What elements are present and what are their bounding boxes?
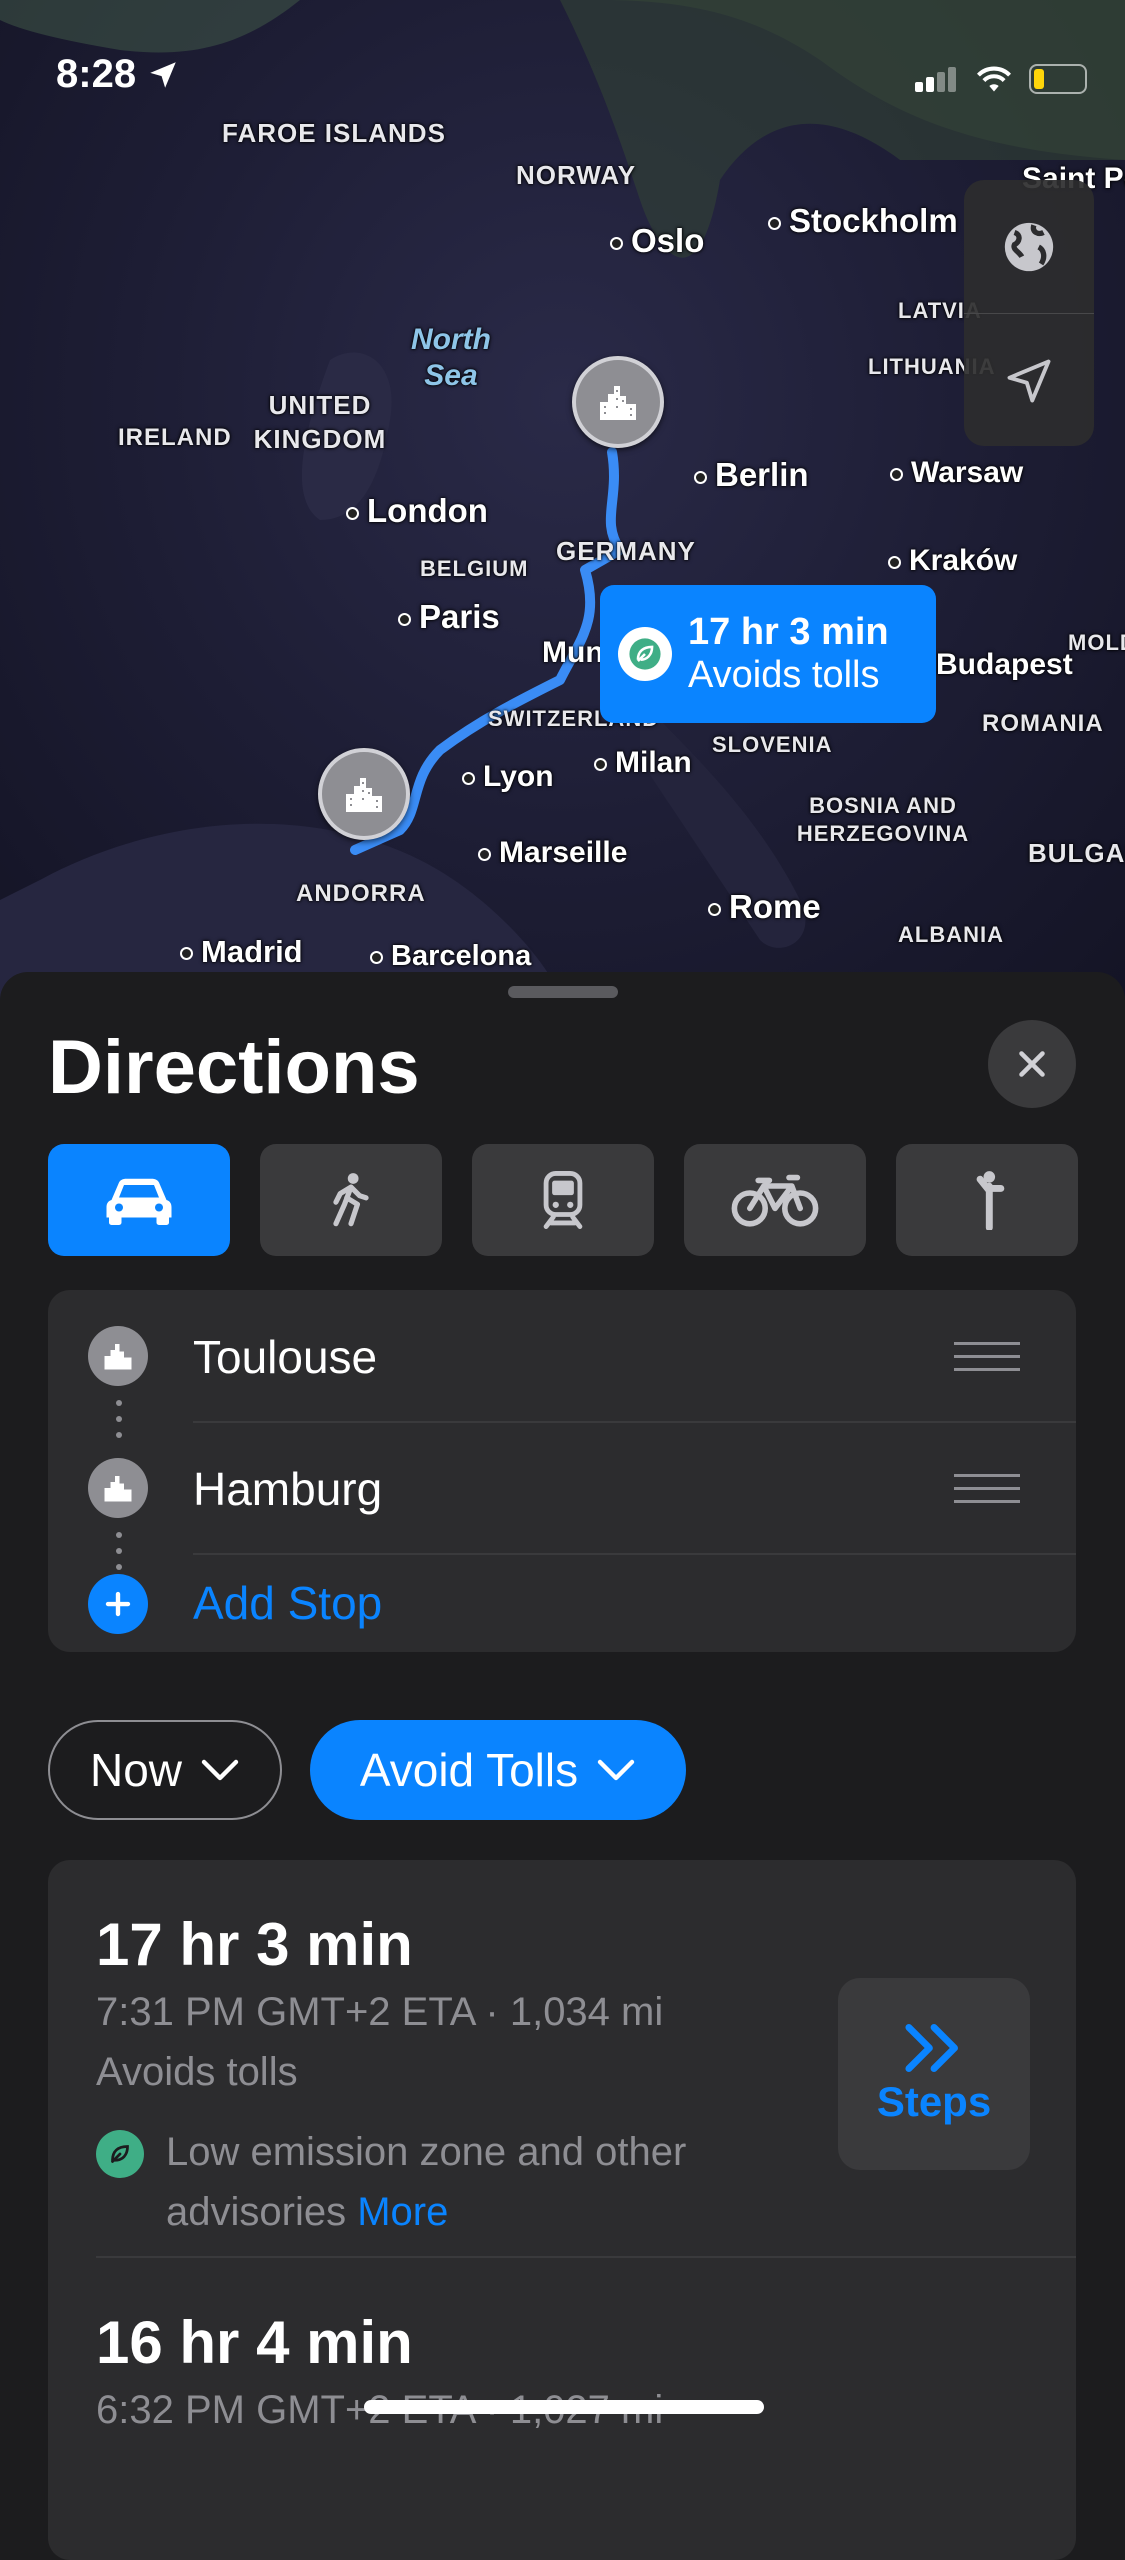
globe-icon — [1004, 222, 1054, 271]
plus-icon — [88, 1574, 148, 1634]
map-label-germany: GERMANY — [556, 536, 696, 566]
add-stop-button[interactable]: Add Stop — [48, 1554, 1076, 1652]
avoid-tolls-label: Avoid Tolls — [359, 1744, 579, 1796]
map-label-belgium: BELGIUM — [420, 556, 529, 581]
depart-time-label: Now — [89, 1744, 183, 1796]
map-city-oslo: Oslo — [610, 222, 704, 260]
status-bar-time: 8:28 — [56, 52, 180, 97]
route-stops: Toulouse Hamburg Add Stop — [48, 1290, 1076, 1652]
callout-time: 17 hr 3 min — [688, 611, 889, 653]
double-chevron-right-icon — [905, 2024, 958, 2072]
reorder-handle-icon[interactable] — [954, 1474, 1020, 1513]
steps-button[interactable]: Steps — [838, 1978, 1030, 2170]
chevron-down-icon — [597, 1759, 635, 1781]
sheet-grabber[interactable] — [508, 986, 618, 998]
callout-note: Avoids tolls — [688, 654, 880, 696]
mode-rideshare-button[interactable] — [896, 1144, 1078, 1256]
location-arrow-icon — [1007, 359, 1051, 402]
map-city-warsaw: Warsaw — [890, 456, 1023, 490]
map-label-north-sea: North Sea — [411, 323, 491, 392]
close-icon — [1019, 1051, 1045, 1077]
location-arrow-icon — [150, 61, 176, 88]
stop-destination-name: Hamburg — [193, 1463, 383, 1515]
leaf-icon — [618, 627, 672, 681]
city-icon — [88, 1326, 148, 1386]
route-options: 17 hr 3 min 7:31 PM GMT+2 ETA · 1,034 mi… — [48, 1860, 1076, 2560]
walking-icon — [333, 1173, 369, 1227]
route-eta: 7:31 PM GMT+2 ETA · 1,034 mi — [96, 1990, 664, 2034]
map-label-bosnia: BOSNIA AND HERZEGOVINA — [796, 793, 970, 846]
map-city-madrid: Madrid — [180, 934, 303, 970]
map-city-budapest: Budapest — [936, 648, 1073, 681]
map-label-slovenia: SLOVENIA — [712, 732, 833, 757]
map-label-uk: UNITED KINGDOM — [253, 390, 387, 454]
map-mode-button[interactable] — [964, 180, 1094, 313]
destination-pin[interactable] — [572, 356, 664, 448]
stop-destination[interactable]: Hamburg — [48, 1422, 1076, 1554]
cellular-signal-icon — [915, 66, 959, 92]
mode-cycle-button[interactable] — [684, 1144, 866, 1256]
stop-origin-name: Toulouse — [193, 1331, 378, 1383]
reorder-handle-icon[interactable] — [954, 1342, 1020, 1381]
avoid-tolls-button[interactable]: Avoid Tolls — [310, 1720, 686, 1820]
steps-label: Steps — [876, 2078, 992, 2125]
city-icon — [88, 1458, 148, 1518]
origin-pin[interactable] — [318, 748, 410, 840]
city-icon — [600, 386, 636, 420]
map-city-marseille: Marseille — [478, 836, 627, 870]
bicycle-icon — [731, 1174, 819, 1227]
mode-drive-button[interactable] — [48, 1144, 230, 1256]
person-hailing-icon — [976, 1171, 1005, 1230]
chevron-down-icon — [201, 1759, 239, 1781]
map-view[interactable]: 8:28 FAROE ISLANDS NORWAY UNITED KINGDOM… — [0, 0, 1125, 1000]
map-city-paris: Paris — [398, 598, 500, 636]
map-city-stockholm: Stockholm — [768, 202, 958, 240]
advisory-more-link[interactable]: More — [357, 2190, 448, 2234]
leaf-icon — [96, 2130, 144, 2178]
car-icon — [106, 1178, 172, 1225]
mode-walk-button[interactable] — [260, 1144, 442, 1256]
map-city-berlin: Berlin — [694, 456, 809, 494]
map-label-norway: NORWAY — [516, 160, 637, 190]
battery-icon — [1029, 64, 1087, 94]
map-city-milan: Milan — [594, 746, 692, 780]
route-callout[interactable]: 17 hr 3 min Avoids tolls — [600, 585, 936, 723]
add-stop-label: Add Stop — [193, 1577, 383, 1629]
train-icon — [543, 1171, 583, 1229]
divider — [96, 2256, 1076, 2258]
transport-modes — [48, 1144, 1078, 1256]
map-city-krakow: Kraków — [888, 544, 1017, 578]
map-controls — [964, 180, 1094, 446]
depart-time-button[interactable]: Now — [48, 1720, 282, 1820]
current-location-button[interactable] — [964, 314, 1094, 447]
map-label-romania: ROMANIA — [982, 710, 1104, 737]
directions-sheet: Directions Toulouse Hamburg Add Stop Now… — [0, 972, 1125, 2560]
map-label-albania: ALBANIA — [898, 922, 1004, 947]
wifi-icon — [977, 66, 1011, 92]
route-duration: 17 hr 3 min — [96, 1911, 413, 1978]
map-label-ireland: IRELAND — [118, 424, 232, 451]
map-city-rome: Rome — [708, 888, 821, 926]
map-label-andorra: ANDORRA — [296, 880, 426, 907]
map-label-faroe: FAROE ISLANDS — [222, 118, 446, 148]
stop-origin[interactable]: Toulouse — [48, 1290, 1076, 1422]
page-title: Directions — [48, 1025, 420, 1110]
route-duration: 16 hr 4 min — [96, 2309, 413, 2376]
map-label-moldova: MOLDOVA — [1068, 630, 1125, 655]
map-city-barcelona: Barcelona — [370, 940, 531, 973]
status-indicators — [915, 64, 1087, 94]
route-note: Avoids tolls — [96, 2050, 298, 2094]
city-icon — [346, 778, 382, 812]
close-button[interactable] — [988, 1020, 1076, 1108]
home-indicator[interactable] — [364, 2400, 764, 2414]
mode-transit-button[interactable] — [472, 1144, 654, 1256]
map-city-lyon: Lyon — [462, 760, 554, 794]
map-label-bulgaria: BULGARIA — [1028, 838, 1125, 868]
map-city-london: London — [346, 492, 488, 530]
